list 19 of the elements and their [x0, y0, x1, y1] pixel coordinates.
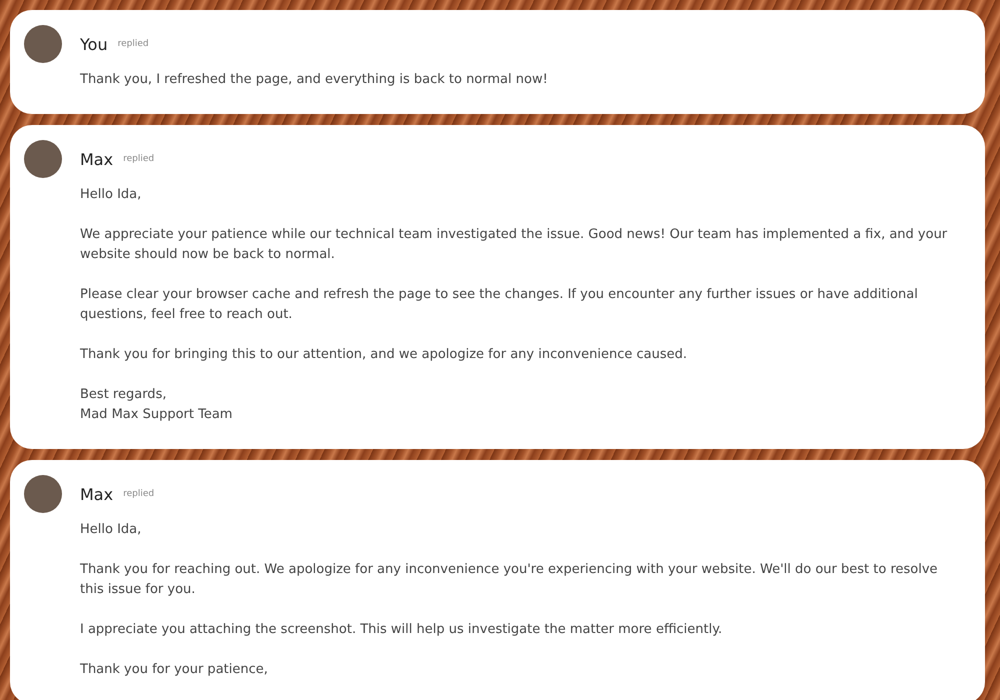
message-paragraph: We appreciate your patience while our technical team investigated the issue. Good news! Our team has implemented a fix, and your website should now be back to normal.: [80, 226, 948, 264]
message-paragraph: Thank you for your patience,: [80, 661, 269, 679]
message-paragraph: Thank you for reaching out. We apologize for any inconvenience you're experiencing with your website. We'll do our best to resolve this issue for you.: [80, 561, 939, 599]
author-name: Max: [80, 150, 114, 168]
message-paragraph: Hello Ida,: [80, 186, 142, 204]
avatar: [24, 25, 62, 63]
message-paragraph: Best regards, Mad Max Support Team: [80, 386, 234, 424]
message-paragraph: Please clear your browser cache and refresh the page to see the changes. If you encounter any further issues or have additional questions, feel free to reach out.: [80, 286, 919, 324]
author-name: You: [80, 34, 108, 54]
reply-status: replied: [118, 39, 149, 49]
avatar: [24, 475, 62, 513]
reply-status: replied: [123, 154, 154, 164]
message-paragraph: Thank you for bringing this to our attention, and we apologize for any inconvenience caused.: [80, 346, 688, 364]
reply-status: replied: [123, 489, 154, 499]
message-paragraph: I appreciate you attaching the screenshot. This will help us investigate the matter more efficiently.: [80, 621, 724, 639]
message-paragraph: Thank you, I refreshed the page, and everything is back to normal now!: [80, 71, 549, 89]
message-paragraph: Hello Ida,: [80, 521, 142, 539]
avatar: [24, 140, 62, 178]
author-name: Max: [80, 484, 114, 504]
